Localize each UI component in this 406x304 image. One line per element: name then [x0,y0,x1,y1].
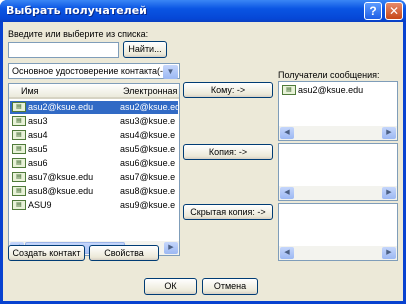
contact-row[interactable]: ▤ asu5 asu5@ksue.e [10,143,178,156]
contact-row[interactable]: ▤ asu2@ksue.edu asu2@ksue.edu [10,101,180,114]
title-bar[interactable]: Выбрать получателей ? ✕ [0,0,406,22]
search-label: Введите или выберите из списка: [8,29,149,39]
address-book-select[interactable]: Основное удостоверение контакта(-ов) ▼ [8,63,180,79]
contact-card-icon: ▤ [12,158,26,168]
new-contact-button[interactable]: Создать контакт [8,245,85,261]
contacts-list-header: Имя Электронная [9,84,179,99]
cc-hscrollbar[interactable]: ◀ ▶ [279,186,397,200]
ok-button[interactable]: ОК [144,278,197,295]
cc-button[interactable]: Копия: -> [183,144,273,160]
contact-row[interactable]: ▤ asu6 asu6@ksue.e [10,157,178,170]
scroll-left-icon[interactable]: ◀ [280,247,294,259]
address-book-value: Основное удостоверение контакта(-ов) [12,66,176,76]
bcc-recipients-list[interactable]: ◀ ▶ [278,203,398,261]
recipient-address: asu2@ksue.edu [298,85,364,95]
contact-name: asu3 [28,116,48,126]
column-name-header[interactable]: Имя [21,86,39,96]
column-email-header[interactable]: Электронная [123,86,177,96]
bcc-hscrollbar[interactable]: ◀ ▶ [279,246,397,260]
search-input[interactable] [8,42,119,58]
chevron-down-icon[interactable]: ▼ [163,65,178,79]
contact-name: asu6 [28,158,48,168]
recipient-row[interactable]: ▤ asu2@ksue.edu [280,84,396,97]
find-button[interactable]: Найти... [123,41,167,58]
contact-row[interactable]: ▤ ASU9 asu9@ksue.e [10,199,178,212]
contact-name: asu4 [28,130,48,140]
contact-card-icon: ▤ [12,130,26,140]
contact-card-icon: ▤ [12,172,26,182]
dialog-body: Введите или выберите из списка: Найти...… [3,22,403,301]
scroll-right-icon[interactable]: ▶ [382,127,396,139]
cc-recipients-list[interactable]: ◀ ▶ [278,143,398,201]
contact-card-icon: ▤ [12,102,26,112]
close-button[interactable]: ✕ [385,2,403,20]
contact-card-icon: ▤ [282,85,296,95]
contact-email: asu6@ksue.e [120,158,176,168]
to-button[interactable]: Кому: -> [183,82,273,98]
contact-card-icon: ▤ [12,186,26,196]
scroll-right-icon[interactable]: ▶ [382,187,396,199]
help-button[interactable]: ? [364,2,382,20]
scroll-left-icon[interactable]: ◀ [280,127,294,139]
contact-card-icon: ▤ [12,200,26,210]
to-hscrollbar[interactable]: ◀ ▶ [279,126,397,140]
scroll-right-icon[interactable]: ▶ [164,242,178,254]
contact-email: asu4@ksue.e [120,130,176,140]
recipients-label: Получатели сообщения: [278,70,380,80]
scroll-right-icon[interactable]: ▶ [382,247,396,259]
properties-button[interactable]: Свойства [89,245,159,261]
contact-name: asu8@ksue.edu [28,186,94,196]
contact-email: asu2@ksue.edu [120,102,180,112]
contact-row[interactable]: ▤ asu4 asu4@ksue.e [10,129,178,142]
to-recipients-list[interactable]: ▤ asu2@ksue.edu ◀ ▶ [278,81,398,141]
contact-name: asu5 [28,144,48,154]
cancel-button[interactable]: Отмена [202,278,258,295]
scroll-left-icon[interactable]: ◀ [280,187,294,199]
contact-card-icon: ▤ [12,144,26,154]
contact-email: asu8@ksue.e [120,186,176,196]
contacts-list[interactable]: Имя Электронная ▤ asu2@ksue.edu asu2@ksue.… [8,83,180,256]
dialog-window: Выбрать получателей ? ✕ Введите или выбе… [0,0,406,304]
contact-email: asu5@ksue.e [120,144,176,154]
contact-row[interactable]: ▤ asu8@ksue.edu asu8@ksue.e [10,185,178,198]
contact-row[interactable]: ▤ asu3 asu3@ksue.e [10,115,178,128]
contact-row[interactable]: ▤ asu7@ksue.edu asu7@ksue.e [10,171,178,184]
contact-name: asu2@ksue.edu [28,102,94,112]
window-title: Выбрать получателей [6,4,147,17]
contact-card-icon: ▤ [12,116,26,126]
contact-name: ASU9 [28,200,52,210]
bcc-button[interactable]: Скрытая копия: -> [183,204,273,220]
contact-email: asu9@ksue.e [120,200,176,210]
contact-email: asu3@ksue.e [120,116,176,126]
contact-name: asu7@ksue.edu [28,172,94,182]
contact-email: asu7@ksue.e [120,172,176,182]
